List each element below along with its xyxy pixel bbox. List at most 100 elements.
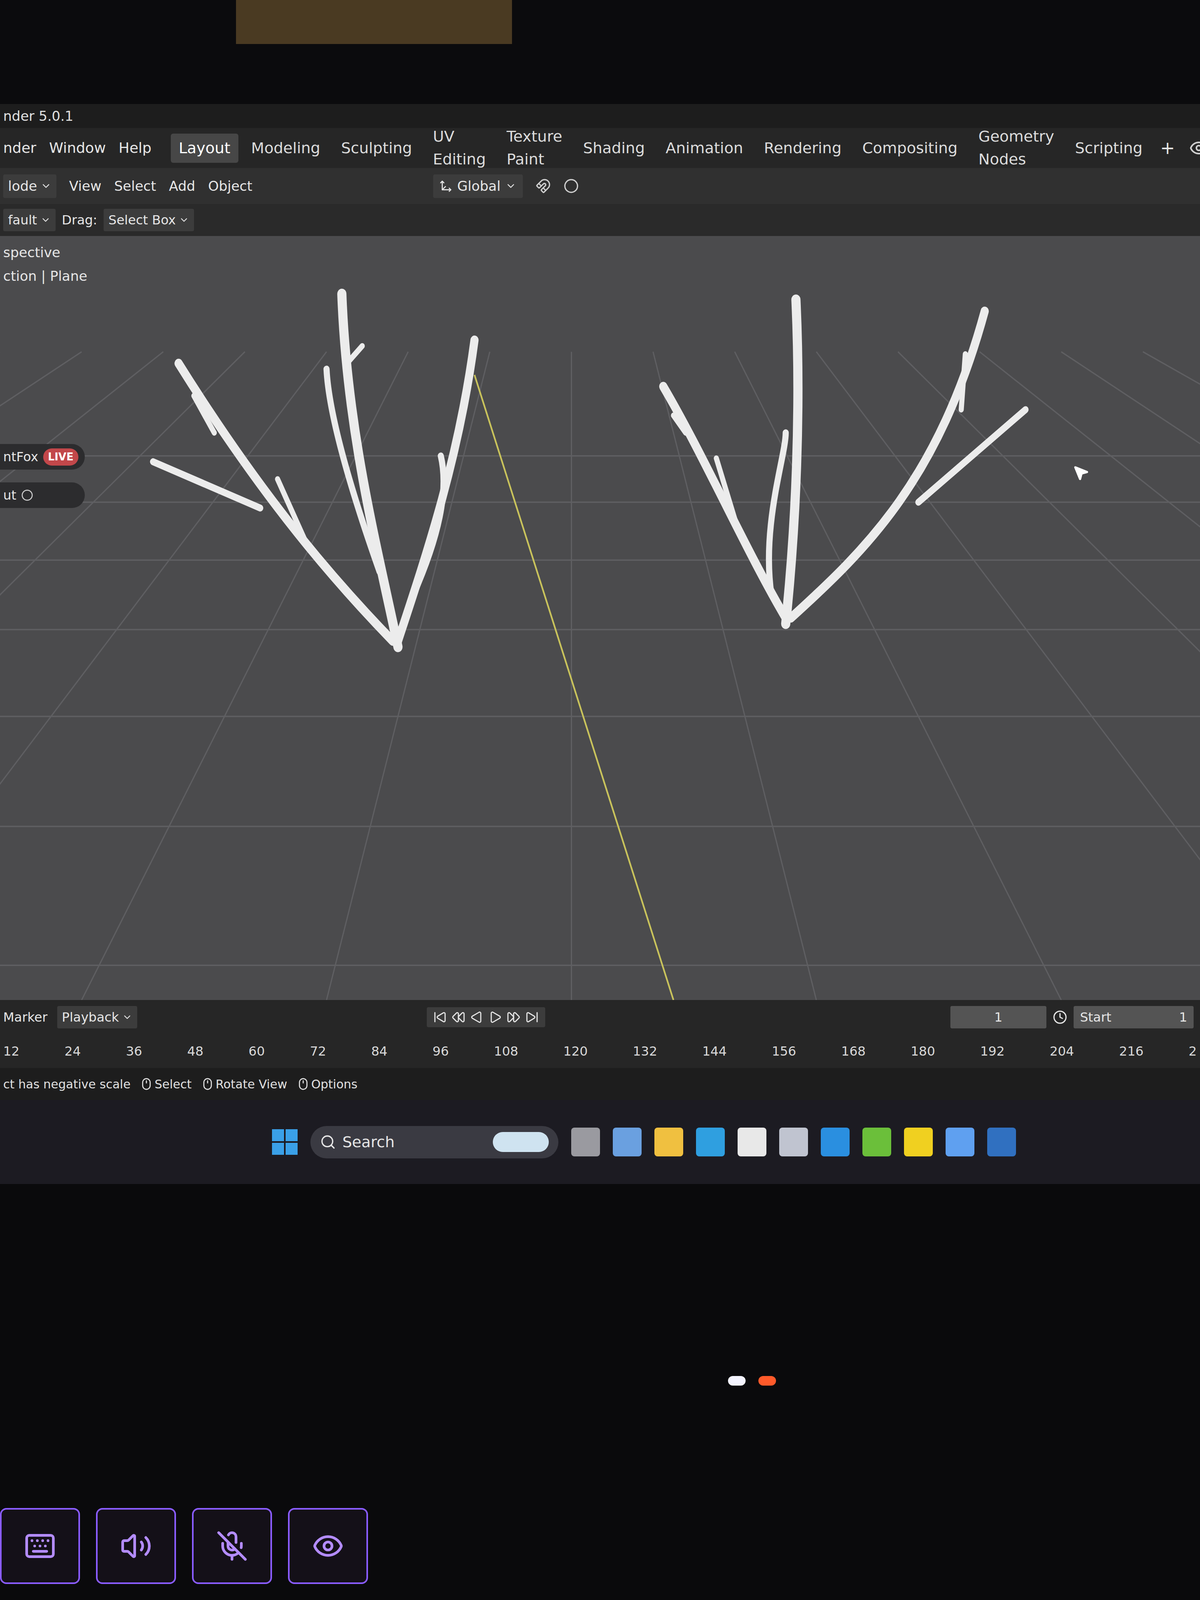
orientation-icon [439, 179, 453, 193]
workspace-tab[interactable]: Texture Paint [498, 122, 571, 174]
timeline-menu: Playback [62, 1007, 120, 1027]
taskbar-app-icon[interactable] [696, 1127, 725, 1157]
taskbar-app-icon[interactable] [987, 1127, 1016, 1157]
status-hint: Rotate View [201, 1075, 288, 1094]
mode-value: lode [8, 176, 38, 197]
blender-window: nder 5.0.1nderWindowHelpLayoutModelingSc… [0, 104, 1200, 1100]
snap-icon[interactable] [535, 178, 551, 194]
viewport[interactable]: spectivection | Plane ntFoxLIVE ut [0, 236, 1200, 1000]
viewport-overlay: spectivection | Plane [0, 236, 91, 287]
clock-icon[interactable] [1052, 1010, 1068, 1025]
viewport-side-items: ntFoxLIVE ut [0, 444, 85, 508]
workspace-tab[interactable]: Sculpting [333, 133, 420, 163]
keyboard-key[interactable] [192, 1508, 272, 1584]
status-hint: Select [140, 1075, 192, 1094]
workspace-tab[interactable]: Layout [170, 133, 239, 163]
current-frame-field[interactable]: 1 [950, 1006, 1047, 1029]
workspace-tab[interactable]: Shading [575, 133, 653, 163]
orientation-value: Global [457, 176, 501, 197]
workspace-tab[interactable]: Compositing [854, 133, 966, 163]
workspace-tab[interactable]: Geometry Nodes [970, 122, 1062, 174]
start-frame-field[interactable]: Start1 [1073, 1006, 1194, 1029]
add-workspace-button[interactable]: + [1155, 134, 1180, 162]
chevron-icon [40, 214, 51, 226]
taskbar-app-icon[interactable] [737, 1127, 767, 1157]
timeline-header: Marker Playback 1 Start1 [0, 1000, 1200, 1034]
side-item[interactable]: ntFoxLIVE [0, 444, 85, 470]
photo: nder 5.0.1nderWindowHelpLayoutModelingSc… [0, 0, 1200, 1600]
frame-number: 24 [64, 1041, 81, 1061]
playback-controls [426, 1007, 546, 1028]
frame-number: 2 [1188, 1041, 1197, 1061]
previous-keyframe-icon[interactable] [451, 1010, 466, 1024]
menu-item[interactable]: Window [49, 137, 106, 159]
side-item[interactable]: ut [0, 482, 85, 508]
status-bar: ct has negative scaleSelectRotate ViewOp… [0, 1068, 1200, 1100]
taskbar-app-icon[interactable] [612, 1127, 642, 1157]
jump-end-icon[interactable] [525, 1010, 539, 1024]
power-led [728, 1376, 746, 1386]
taskbar-search[interactable]: Search [310, 1126, 559, 1159]
header-menu-item[interactable]: View [69, 176, 102, 197]
transform-orientation[interactable]: Global [433, 174, 523, 198]
taskbar-app-icon[interactable] [904, 1127, 933, 1157]
frame-ruler[interactable]: 1224364860728496108120132144156168180192… [0, 1034, 1200, 1068]
drag-value: Select Box [108, 210, 176, 230]
taskbar-app-icon[interactable] [862, 1127, 892, 1157]
frame-controls: 1 Start1 [950, 1006, 1197, 1029]
header-menu-item[interactable]: Add [168, 176, 196, 197]
search-placeholder: Search [342, 1130, 487, 1154]
workspace-tab[interactable]: Animation [657, 133, 752, 163]
workspace-tab[interactable]: Rendering [756, 133, 850, 163]
frame-number: 120 [563, 1041, 588, 1061]
frame-number: 156 [771, 1041, 796, 1061]
menu-bar: nder Window Help [3, 137, 152, 159]
taskbar-app-icon[interactable] [654, 1127, 684, 1157]
search-icon [320, 1134, 336, 1150]
proportional-edit-icon[interactable] [563, 178, 579, 194]
preset-dropdown[interactable]: fault [3, 208, 56, 232]
frame-number: 84 [371, 1041, 388, 1061]
workspace-tab[interactable]: Scripting [1066, 133, 1151, 163]
header-menu-item[interactable]: Select [114, 176, 156, 197]
drag-dropdown[interactable]: Select Box [103, 208, 194, 232]
side-item-label: ntFox [3, 447, 39, 467]
mouse-icon [140, 1077, 153, 1091]
chevron-icon [122, 1012, 133, 1023]
jump-start-icon[interactable] [433, 1010, 447, 1024]
cursor-icon [1072, 464, 1090, 482]
frame-number: 36 [126, 1041, 143, 1061]
menu-item[interactable]: Help [118, 137, 152, 159]
viewport-scene[interactable] [0, 236, 1200, 1000]
charge-led [758, 1376, 776, 1386]
overlay-text: spective [3, 242, 88, 263]
viewport-header: lode View Select Add Object Global [0, 168, 1200, 204]
mode-dropdown[interactable]: lode [3, 174, 57, 198]
menu-item[interactable]: nder [3, 137, 37, 159]
keyboard-row [0, 1508, 1200, 1600]
frame-number: 192 [980, 1041, 1005, 1061]
view-layer-icon[interactable] [1189, 138, 1200, 158]
taskbar-app-icon[interactable] [945, 1127, 975, 1157]
keyboard-key[interactable] [96, 1508, 176, 1584]
windows-logo-icon[interactable] [272, 1129, 298, 1155]
workspace-tab[interactable]: UV Editing [424, 122, 494, 174]
keyboard-key[interactable] [288, 1508, 368, 1584]
header-menu-item[interactable]: Object [208, 176, 253, 197]
play-icon[interactable] [488, 1010, 502, 1024]
next-keyframe-icon[interactable] [506, 1010, 521, 1024]
frame-number: 12 [3, 1041, 20, 1061]
play-reverse-icon[interactable] [470, 1010, 484, 1024]
taskbar-app-icon[interactable] [820, 1127, 850, 1157]
taskbar-app-icon[interactable] [571, 1127, 600, 1157]
start-label: Start [1080, 1007, 1112, 1027]
workspace-tab[interactable]: Modeling [243, 133, 329, 163]
keyboard-key[interactable] [0, 1508, 80, 1584]
taskbar-app-icon[interactable] [779, 1127, 808, 1157]
workspace-tabs: LayoutModelingSculptingUV EditingTexture… [161, 122, 1180, 174]
frame-number: 180 [910, 1041, 936, 1061]
key-icon [312, 1530, 344, 1562]
timeline-menu[interactable]: Marker [3, 1007, 48, 1027]
taskbar: Search [0, 1100, 1200, 1184]
timeline-menu-dropdown[interactable]: Playback [57, 1006, 138, 1029]
